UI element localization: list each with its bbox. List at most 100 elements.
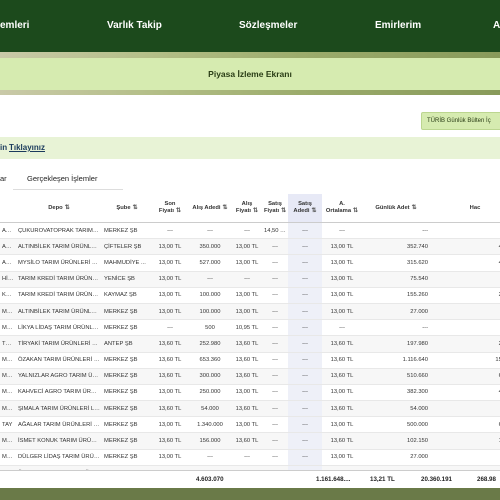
sort-icon[interactable]: ⇅ xyxy=(353,208,358,214)
sort-icon[interactable]: ⇅ xyxy=(312,208,317,214)
table-cell: YENİCE ŞB xyxy=(102,271,152,288)
table-cell: --- xyxy=(262,432,288,450)
table-cell: MERKEZ ŞB xyxy=(102,352,152,369)
table-cell: ALTINBİLEK TARIM ÜRÜNLERİ ... xyxy=(16,238,102,256)
table-cell: 252.980 xyxy=(188,335,232,353)
table-cell: MERKEZ ŞB xyxy=(102,400,152,418)
table-row[interactable]: MER...ŞIMALA TARIM ÜRÜNLERİ Lİ...MERKEZ … xyxy=(0,400,500,418)
table-cell: YALNIZLAR AGRO TARIM ÜRÜ... xyxy=(16,368,102,385)
table-cell: --- xyxy=(288,222,322,240)
table-row[interactable]: MER...İSMET KONUK TARIM ÜRÜN...MERKEZ ŞB… xyxy=(0,432,500,450)
table-cell: --- xyxy=(232,449,262,466)
col-header-alis-fiyati[interactable]: Alış Fiyatı ⇅ xyxy=(232,194,262,223)
col-header-depo[interactable]: Depo ⇅ xyxy=(16,194,102,223)
info-bar: in Tıklayınız xyxy=(0,137,500,159)
tab-first[interactable]: ar xyxy=(0,168,7,190)
table-cell: 6.944.9 xyxy=(430,368,500,385)
table-cell: --- xyxy=(430,319,500,337)
table-row[interactable]: MER...LİKYA LİDAŞ TARIM ÜRÜNLE...MERKEZ … xyxy=(0,319,500,337)
table-cell: 352.740 xyxy=(362,238,430,256)
col-header-satis-fiyati[interactable]: Satış Fiyatı ⇅ xyxy=(262,194,288,223)
col-header-sube[interactable]: Şube ⇅ xyxy=(102,194,152,223)
table-cell: DÜLGER LİDAŞ TARIM ÜRÜNL... xyxy=(16,449,102,466)
table-cell: --- xyxy=(262,416,288,434)
table-cell: --- xyxy=(188,222,232,240)
table-cell: 13,00 TL xyxy=(322,238,362,256)
table-cell: --- xyxy=(262,352,288,369)
tab-completed-trades[interactable]: Gerçekleşen İşlemler xyxy=(27,168,97,190)
table-row[interactable]: TEP... TİRYAKİ TARIM ÜRÜNLERİ LİS... ANTEP… xyxy=(0,335,500,353)
table-cell: 13,60 TL xyxy=(232,432,262,450)
table-cell: --- xyxy=(322,319,362,337)
info-text: in xyxy=(0,143,8,152)
col-header-hacim[interactable]: Hac xyxy=(430,194,500,223)
table-cell: --- xyxy=(262,238,288,256)
table-row[interactable]: MER...KAHVECİ AGRO TARIM ÜRÜN...MERKEZ Ş… xyxy=(0,384,500,402)
info-link[interactable]: Tıklayınız xyxy=(9,137,45,159)
table-cell: 13,00 TL xyxy=(232,287,262,304)
table-cell: --- xyxy=(362,222,430,240)
table-cell: 13,00 TL xyxy=(152,384,188,402)
table-cell: 14,50 TL xyxy=(262,222,288,240)
table-cell: 500.000 xyxy=(362,416,430,434)
col-header-gunluk-adet[interactable]: Günlük Adet ⇅ xyxy=(362,194,430,223)
table-cell: 13,60 TL xyxy=(152,400,188,418)
table-cell: 27.000 xyxy=(362,303,430,321)
table-cell: --- xyxy=(262,319,288,337)
table-cell: MERKEZ ŞB xyxy=(102,303,152,321)
table-row[interactable]: MER...YALNIZLAR AGRO TARIM ÜRÜ...MERKEZ … xyxy=(0,368,500,385)
table-row[interactable]: KAY... TARIM KREDİ TARIM ÜRÜNLE... KAYMAZ … xyxy=(0,287,500,304)
table-cell: 13,60 TL xyxy=(232,368,262,385)
col-header-son-fiyat[interactable]: Son Fiyatı ⇅ xyxy=(152,194,188,223)
sort-icon[interactable]: ⇅ xyxy=(223,205,228,211)
table-cell: --- xyxy=(288,303,322,321)
table-row[interactable]: ALİ... MYSİLO TARIM ÜRÜNLERİ Lİ... MAHMUDİ… xyxy=(0,254,500,272)
table-cell: MERKEZ ŞB xyxy=(102,416,152,434)
sort-icon[interactable]: ⇅ xyxy=(65,205,70,211)
table-cell: ÇİFTELER ŞB xyxy=(102,238,152,256)
table-cell: --- xyxy=(262,449,288,466)
table-cell: 13,00 TL xyxy=(322,254,362,272)
sort-icon[interactable]: ⇅ xyxy=(253,208,258,214)
table-cell: 13,00 TL xyxy=(152,287,188,304)
table-row[interactable]: HİS... TARIM KREDİ TARIM ÜRÜNLE... YENİCE … xyxy=(0,271,500,288)
nav-item-varlik-takip[interactable]: Varlık Takip xyxy=(107,0,162,52)
table-row[interactable]: MER...DÜLGER LİDAŞ TARIM ÜRÜNL...MERKEZ … xyxy=(0,449,500,466)
total-satis-adedi: 1.161.648.... xyxy=(316,476,351,483)
nav-item-sozlesmeler[interactable]: Sözleşmeler xyxy=(239,0,297,52)
col-header-alis-adedi[interactable]: Alış Adedi ⇅ xyxy=(188,194,232,223)
table-row[interactable]: AFT... ALTINBİLEK TARIM ÜRÜNLERİ ... ÇİFTE… xyxy=(0,238,500,256)
table-cell: KAYMAZ ŞB xyxy=(102,287,152,304)
table-row[interactable]: TAY AĞALAR TARIM ÜRÜNLERİ Lİ ... MERKEZ ŞB… xyxy=(0,416,500,434)
nav-item-emirlerim[interactable]: Emirlerim xyxy=(375,0,421,52)
table-cell: 54.000 xyxy=(362,400,430,418)
table-cell: MYSİLO TARIM ÜRÜNLERİ Lİ... xyxy=(16,254,102,272)
table-cell: 351.0 xyxy=(430,303,500,321)
table-cell: KAHVECİ AGRO TARIM ÜRÜN... xyxy=(16,384,102,402)
nav-item-emirleri[interactable]: emleri xyxy=(0,0,29,52)
sort-icon[interactable]: ⇅ xyxy=(281,208,286,214)
table-cell: MERKEZ ŞB xyxy=(102,432,152,450)
sort-icon[interactable]: ⇅ xyxy=(176,208,181,214)
table-cell: ALİ... xyxy=(0,254,16,272)
nav-item-truncated[interactable]: A xyxy=(493,0,500,52)
table-cell: 13,00 TL xyxy=(232,384,262,402)
table-cell: 54.000 xyxy=(188,400,232,418)
table-row[interactable]: MER...ALTINBİLEK TARIM ÜRÜNLERİ ...MERKE… xyxy=(0,303,500,321)
table-cell: TARIM KREDİ TARIM ÜRÜNLE... xyxy=(16,287,102,304)
table-row[interactable]: ATAS ÇUKUROVATOPRAK TARIM Ü... MERKEZ ŞB --… xyxy=(0,222,500,240)
tab-divider xyxy=(13,189,123,190)
sort-icon[interactable]: ⇅ xyxy=(412,205,417,211)
bulletin-button[interactable]: TÜRİB Günlük Bülten İç xyxy=(421,112,500,130)
table-cell: 100.000 xyxy=(188,287,232,304)
col-header-ortalama[interactable]: A. Ortalama ⇅ xyxy=(322,194,362,223)
col-header-0[interactable] xyxy=(0,194,16,223)
data-table: Depo ⇅ Şube ⇅ Son Fiyatı ⇅ Alış Adedi ⇅ Alış… xyxy=(0,194,500,474)
table-cell: 15.186.3 xyxy=(430,352,500,369)
table-row[interactable]: MER...ÖZAKAN TARIM ÜRÜNLERİ Lİ...MERKEZ … xyxy=(0,352,500,369)
table-cell: 1.340.000 xyxy=(188,416,232,434)
sort-icon[interactable]: ⇅ xyxy=(133,205,138,211)
table-cell: --- xyxy=(288,384,322,402)
col-header-satis-adedi[interactable]: Satış Adedi ⇅ xyxy=(288,194,322,223)
table-cell: 10,95 TL xyxy=(232,319,262,337)
